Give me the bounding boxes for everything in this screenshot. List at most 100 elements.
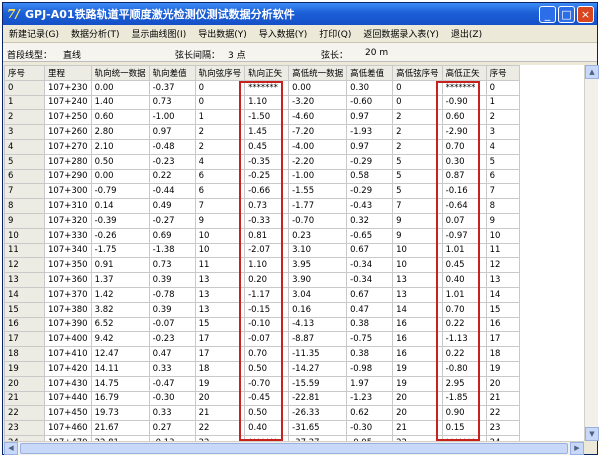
cell-level-chord[interactable]: 10: [392, 257, 443, 274]
cell-alignment-diff[interactable]: 0.22: [148, 168, 196, 185]
cell-level-diff[interactable]: -0.34: [346, 272, 394, 288]
cell-level-data[interactable]: 3.90: [288, 272, 348, 288]
cell-alignment-chord[interactable]: 0: [194, 79, 246, 96]
cell-mileage[interactable]: 107+300: [44, 183, 92, 200]
cell-level-versine[interactable]: -0.80: [441, 360, 487, 377]
cell-mileage[interactable]: 107+430: [44, 375, 92, 392]
cell-seq[interactable]: 11: [4, 242, 45, 259]
cell-level-chord[interactable]: 9: [392, 212, 443, 229]
cell-alignment-data[interactable]: -0.26: [90, 227, 150, 244]
cell-alignment-chord[interactable]: 0: [194, 94, 246, 111]
cell-alignment-data[interactable]: 12.47: [90, 346, 150, 362]
table-row[interactable]: 11 107+340 -1.75 -1.38 10 -2.07 3.10 0.67 10 1.01…: [4, 242, 520, 259]
cell-alignment-chord[interactable]: 9: [194, 212, 246, 229]
table-row[interactable]: 21 107+440 16.79 -0.30 20 -0.45 -22.81 -1.23 20-…: [4, 390, 520, 407]
cell-level-chord[interactable]: 20: [392, 390, 443, 407]
cell-level-chord[interactable]: 10: [392, 242, 443, 259]
col-header-mileage[interactable]: 里程: [44, 65, 92, 81]
col-header-alignment-chord[interactable]: 轨向弦序号: [194, 65, 246, 81]
cell-level-chord[interactable]: 0: [392, 79, 443, 96]
cell-level-versine[interactable]: 0.22: [441, 316, 487, 333]
cell-seq-right[interactable]: 1: [485, 94, 520, 111]
cell-seq[interactable]: 23: [4, 420, 45, 436]
cell-level-versine[interactable]: 0.87: [441, 168, 487, 185]
maximize-button[interactable]: □: [558, 5, 575, 23]
cell-alignment-diff[interactable]: -0.27: [148, 212, 196, 229]
cell-alignment-diff[interactable]: 0.49: [148, 198, 196, 214]
cell-level-diff[interactable]: 0.32: [346, 212, 394, 229]
cell-alignment-versine[interactable]: 1.45: [244, 124, 290, 140]
cell-level-data[interactable]: -4.13: [288, 316, 348, 333]
cell-alignment-diff[interactable]: -0.47: [148, 375, 196, 392]
cell-alignment-chord[interactable]: 1: [194, 109, 246, 126]
cell-level-versine[interactable]: 0.30: [441, 153, 487, 170]
cell-alignment-data[interactable]: 0.00: [90, 79, 150, 96]
cell-mileage[interactable]: 107+230: [44, 79, 92, 96]
cell-level-versine[interactable]: 0.15: [441, 420, 487, 436]
cell-alignment-diff[interactable]: -0.30: [148, 390, 196, 407]
cell-level-data[interactable]: -22.81: [288, 390, 348, 407]
cell-seq-right[interactable]: 2: [485, 109, 520, 126]
col-header-level-versine[interactable]: 高低正矢: [441, 65, 487, 81]
cell-level-versine[interactable]: 1.01: [441, 242, 487, 259]
cell-alignment-chord[interactable]: 19: [194, 375, 246, 392]
cell-alignment-versine[interactable]: -2.07: [244, 242, 290, 259]
cell-mileage[interactable]: 107+440: [44, 390, 92, 407]
cell-alignment-chord[interactable]: 20: [194, 390, 246, 407]
close-button[interactable]: ×: [577, 5, 594, 23]
cell-alignment-data[interactable]: 21.67: [90, 420, 150, 436]
cell-level-versine[interactable]: 1.01: [441, 286, 487, 303]
cell-alignment-versine[interactable]: 1.10: [244, 257, 290, 274]
cell-alignment-chord[interactable]: 6: [194, 168, 246, 185]
cell-level-diff[interactable]: -1.23: [346, 390, 394, 407]
table-row[interactable]: 13 107+360 1.37 0.39 13 0.20 3.90 -0.34 13 0.40 13: [4, 272, 520, 288]
col-header-level-chord[interactable]: 高低弦序号: [392, 65, 443, 81]
cell-alignment-versine[interactable]: -1.17: [244, 286, 290, 303]
cell-alignment-diff[interactable]: 0.33: [148, 360, 196, 377]
table-row[interactable]: 17 107+400 9.42 -0.23 17 -0.07 -8.87 -0.75 16 -1.…: [4, 331, 520, 348]
cell-seq-right[interactable]: 20: [485, 375, 520, 392]
cell-level-data[interactable]: -26.33: [288, 405, 348, 422]
cell-alignment-data[interactable]: 9.42: [90, 331, 150, 348]
cell-level-versine[interactable]: -0.16: [441, 183, 487, 200]
cell-alignment-versine[interactable]: -0.33: [244, 212, 290, 229]
cell-level-chord[interactable]: 7: [392, 198, 443, 214]
cell-alignment-chord[interactable]: 7: [194, 198, 246, 214]
cell-seq[interactable]: 21: [4, 390, 45, 407]
menu-new-record[interactable]: 新建记录(G): [3, 27, 65, 40]
cell-alignment-chord[interactable]: 21: [194, 405, 246, 422]
cell-alignment-chord[interactable]: 10: [194, 227, 246, 244]
cell-level-diff[interactable]: 0.30: [346, 79, 394, 96]
table-row[interactable]: 8 107+310 0.14 0.49 7 0.73 -1.77 -0.43 7 -0.64 8: [4, 198, 520, 214]
menu-data-analysis[interactable]: 数据分析(T): [65, 27, 126, 40]
cell-mileage[interactable]: 107+350: [44, 257, 92, 274]
cell-seq[interactable]: 2: [4, 109, 45, 126]
cell-seq-right[interactable]: 18: [485, 346, 520, 362]
scroll-right-icon[interactable]: ▶: [570, 442, 584, 455]
cell-alignment-data[interactable]: 1.37: [90, 272, 150, 288]
cell-alignment-data[interactable]: -0.79: [90, 183, 150, 200]
cell-level-diff[interactable]: -0.30: [346, 420, 394, 436]
cell-seq[interactable]: 1: [4, 94, 45, 111]
cell-mileage[interactable]: 107+280: [44, 153, 92, 170]
cell-level-diff[interactable]: -0.65: [346, 227, 394, 244]
cell-level-data[interactable]: -4.60: [288, 109, 348, 126]
scroll-up-icon[interactable]: ▲: [585, 65, 599, 79]
cell-mileage[interactable]: 107+270: [44, 138, 92, 155]
cell-alignment-chord[interactable]: 13: [194, 286, 246, 303]
menu-return-entry[interactable]: 返回数据录入表(Y): [357, 27, 445, 40]
cell-seq[interactable]: 18: [4, 346, 45, 362]
cell-level-diff[interactable]: -1.93: [346, 124, 394, 140]
menu-print[interactable]: 打印(Q): [313, 27, 357, 40]
minimize-button[interactable]: _: [539, 5, 556, 23]
cell-alignment-diff[interactable]: 0.73: [148, 94, 196, 111]
cell-alignment-data[interactable]: -0.39: [90, 212, 150, 229]
cell-level-versine[interactable]: -0.90: [441, 94, 487, 111]
cell-level-chord[interactable]: 0: [392, 94, 443, 111]
cell-level-data[interactable]: -31.65: [288, 420, 348, 436]
table-row[interactable]: 4 107+270 2.10 -0.48 2 0.45 -4.00 0.97 2 0.70 4: [4, 138, 520, 155]
cell-level-diff[interactable]: 0.97: [346, 138, 394, 155]
cell-seq[interactable]: 3: [4, 124, 45, 140]
table-row[interactable]: 14 107+370 1.42 -0.78 13 -1.17 3.04 0.67 13 1.01 1…: [4, 286, 520, 303]
table-row[interactable]: 5 107+280 0.50 -0.23 4 -0.35 -2.20 -0.29 5 0.30 5: [4, 153, 520, 170]
